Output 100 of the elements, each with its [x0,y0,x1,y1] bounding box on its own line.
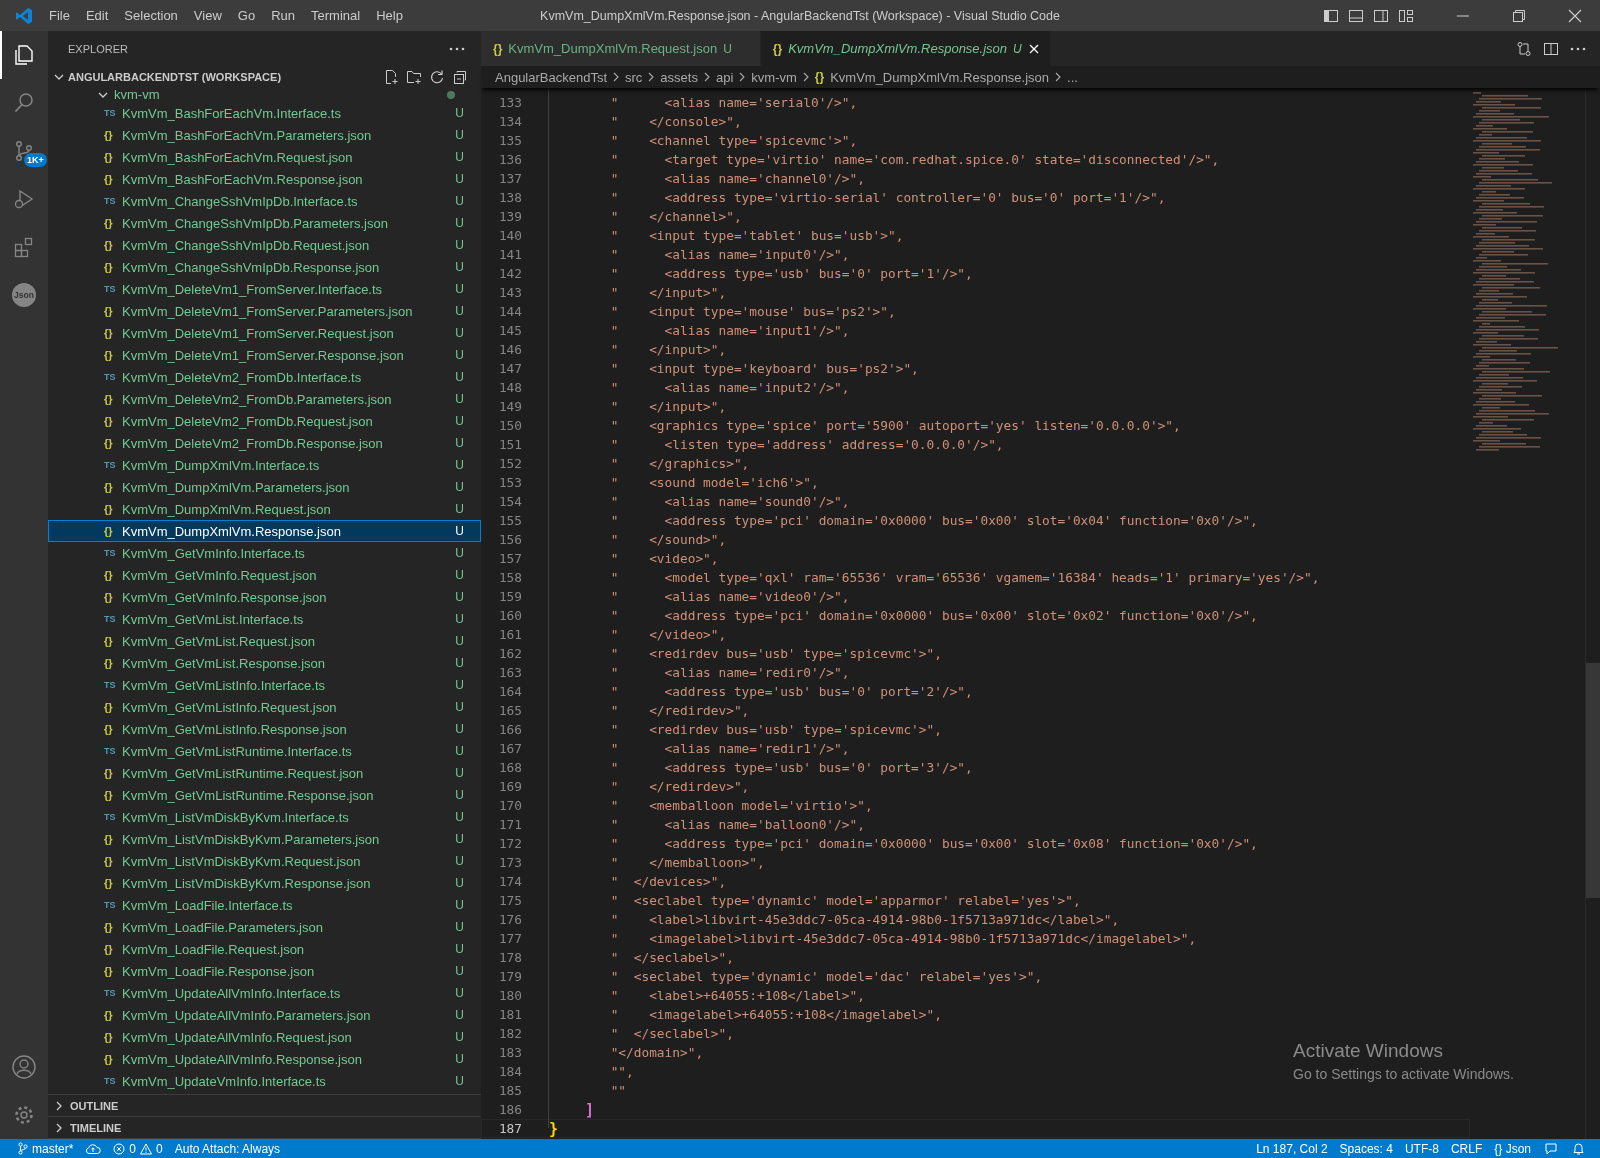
file-item[interactable]: {} KvmVm_GetVmListRuntime.Response.json U [48,784,481,806]
chevron-down-icon[interactable] [98,91,108,99]
file-item[interactable]: TS KvmVm_UpdateVmInfo.Interface.ts U [48,1070,481,1092]
split-editor-icon[interactable] [1543,40,1559,57]
language-mode[interactable]: {} Json [1488,1141,1537,1156]
breadcrumb-item[interactable]: src [625,69,643,85]
branch-status[interactable]: master* [12,1141,80,1156]
file-item[interactable]: {} KvmVm_ChangeSshVmIpDb.Parameters.json U [48,212,481,234]
file-item[interactable]: {} KvmVm_DumpXmlVm.Response.json U [48,520,481,542]
file-item[interactable]: {} KvmVm_ChangeSshVmIpDb.Request.json U [48,234,481,256]
settings-icon[interactable] [12,1103,36,1127]
file-item[interactable]: {} KvmVm_DumpXmlVm.Parameters.json U [48,476,481,498]
file-item[interactable]: {} KvmVm_DumpXmlVm.Request.json U [48,498,481,520]
grid-layout-icon[interactable] [1398,7,1414,24]
breadcrumb-item[interactable]: ... [1067,69,1078,85]
file-item[interactable]: {} KvmVm_ListVmDiskByKvm.Request.json U [48,850,481,872]
search-icon[interactable] [12,91,36,115]
file-item[interactable]: {} KvmVm_LoadFile.Parameters.json U [48,916,481,938]
collapse-all-icon[interactable] [452,69,468,85]
encoding-status[interactable]: UTF-8 [1398,1141,1445,1156]
cursor-position[interactable]: Ln 187, Col 2 [1250,1141,1334,1156]
cloud-sync-icon[interactable] [85,1142,102,1155]
file-item[interactable]: TS KvmVm_BashForEachVm.Interface.ts U [48,102,481,124]
problems-status[interactable]: 0 0 [107,1141,169,1156]
folder-name[interactable]: kvm-vm [114,88,160,102]
section-header[interactable]: TIMELINE [70,1121,122,1134]
menu-item[interactable]: Selection [116,8,186,23]
file-item[interactable]: {} KvmVm_GetVmInfo.Request.json U [48,564,481,586]
more-icon[interactable] [449,46,465,51]
sidebar-layout-icon[interactable] [1323,7,1339,24]
file-item[interactable]: {} KvmVm_UpdateAllVmInfo.Request.json U [48,1026,481,1048]
file-item[interactable]: TS KvmVm_UpdateAllVmInfo.Interface.ts U [48,982,481,1004]
file-item[interactable]: TS KvmVm_ChangeSshVmIpDb.Interface.ts U [48,190,481,212]
menu-item[interactable]: Go [229,8,264,23]
file-item[interactable]: {} KvmVm_DeleteVm2_FromDb.Response.json U [48,432,481,454]
menu-item[interactable]: Run [263,8,303,23]
file-item[interactable]: {} KvmVm_ListVmDiskByKvm.Parameters.json U [48,828,481,850]
file-item[interactable]: TS KvmVm_DeleteVm1_FromServer.Interface.ts U [48,278,481,300]
chevron-down-icon[interactable] [54,73,64,81]
file-item[interactable]: {} KvmVm_DeleteVm2_FromDb.Parameters.json U [48,388,481,410]
menu-item[interactable]: Edit [77,8,117,23]
auto-attach-status[interactable]: Auto Attach: Always [168,1141,287,1156]
menu-item[interactable]: Help [368,8,411,23]
more-icon[interactable] [1570,46,1586,51]
split-layout-icon[interactable] [1373,7,1389,24]
file-item[interactable]: {} KvmVm_ChangeSshVmIpDb.Response.json U [48,256,481,278]
feedback-icon[interactable] [1544,1141,1558,1156]
file-item[interactable]: {} KvmVm_GetVmListRuntime.Request.json U [48,762,481,784]
file-item[interactable]: TS KvmVm_GetVmListRuntime.Interface.ts U [48,740,481,762]
chevron-right-icon[interactable] [55,1100,63,1111]
file-item[interactable]: TS KvmVm_GetVmInfo.Interface.ts U [48,542,481,564]
editor-tab[interactable]: {} KvmVm_DumpXmlVm.Request.json U [481,31,761,66]
file-item[interactable]: TS KvmVm_DumpXmlVm.Interface.ts U [48,454,481,476]
file-item[interactable]: {} KvmVm_DeleteVm1_FromServer.Response.json U [48,344,481,366]
section-header[interactable]: OUTLINE [70,1099,119,1112]
compare-changes-icon[interactable] [1516,40,1532,57]
menu-item[interactable]: File [41,8,78,23]
workspace-name[interactable]: ANGULARBACKENDTST (WORKSPACE) [68,71,282,83]
breadcrumb-item[interactable]: KvmVm_DumpXmlVm.Response.json [830,69,1050,85]
file-item[interactable]: TS KvmVm_LoadFile.Interface.ts U [48,894,481,916]
close-icon[interactable] [1568,8,1582,23]
file-item[interactable]: TS KvmVm_ListVmDiskByKvm.Interface.ts U [48,806,481,828]
file-item[interactable]: TS KvmVm_DeleteVm2_FromDb.Interface.ts U [48,366,481,388]
file-item[interactable]: {} KvmVm_BashForEachVm.Parameters.json U [48,124,481,146]
file-item[interactable]: {} KvmVm_GetVmInfo.Response.json U [48,586,481,608]
new-file-icon[interactable] [383,69,399,85]
account-icon[interactable] [11,1054,37,1080]
file-item[interactable]: {} KvmVm_BashForEachVm.Request.json U [48,146,481,168]
close-icon[interactable] [1027,42,1040,55]
file-item[interactable]: {} KvmVm_DeleteVm2_FromDb.Request.json U [48,410,481,432]
file-item[interactable]: TS KvmVm_GetVmList.Interface.ts U [48,608,481,630]
bell-icon[interactable] [1572,1141,1585,1156]
file-item[interactable]: {} KvmVm_DeleteVm1_FromServer.Request.json U [48,322,481,344]
breadcrumb-item[interactable]: kvm-vm [751,69,797,85]
refresh-icon[interactable] [429,69,445,85]
scrollbar-thumb[interactable] [1586,663,1600,898]
breadcrumb-item[interactable]: assets [660,69,698,85]
file-item[interactable]: {} KvmVm_ListVmDiskByKvm.Response.json U [48,872,481,894]
file-item[interactable]: {} KvmVm_UpdateAllVmInfo.Response.json U [48,1048,481,1070]
menu-item[interactable]: View [185,8,230,23]
file-item[interactable]: {} KvmVm_BashForEachVm.Response.json U [48,168,481,190]
file-item[interactable]: TS KvmVm_GetVmListInfo.Interface.ts U [48,674,481,696]
file-item[interactable]: {} KvmVm_GetVmList.Request.json U [48,630,481,652]
editor-tab[interactable]: {} KvmVm_DumpXmlVm.Response.json U [760,31,1051,66]
file-item[interactable]: {} KvmVm_GetVmListInfo.Request.json U [48,696,481,718]
menu-item[interactable]: Terminal [303,8,369,23]
breadcrumb-item[interactable]: api [715,69,734,85]
file-item[interactable]: {} KvmVm_GetVmListInfo.Response.json U [48,718,481,740]
file-item[interactable]: {} KvmVm_UpdateAllVmInfo.Parameters.json U [48,1004,481,1026]
files-icon[interactable] [12,43,36,67]
file-item[interactable]: {} KvmVm_DeleteVm1_FromServer.Parameters.json U [48,300,481,322]
restore-icon[interactable] [1512,8,1526,23]
file-item[interactable]: {} KvmVm_LoadFile.Response.json U [48,960,481,982]
indentation-status[interactable]: Spaces: 4 [1333,1141,1399,1156]
breadcrumb-item[interactable]: AngularBackendTst [495,69,607,85]
file-item[interactable]: {} KvmVm_GetVmList.Response.json U [48,652,481,674]
panel-layout-icon[interactable] [1348,7,1364,24]
line-ending-status[interactable]: CRLF [1444,1141,1489,1156]
chevron-right-icon[interactable] [55,1122,63,1133]
file-item[interactable]: {} KvmVm_LoadFile.Request.json U [48,938,481,960]
